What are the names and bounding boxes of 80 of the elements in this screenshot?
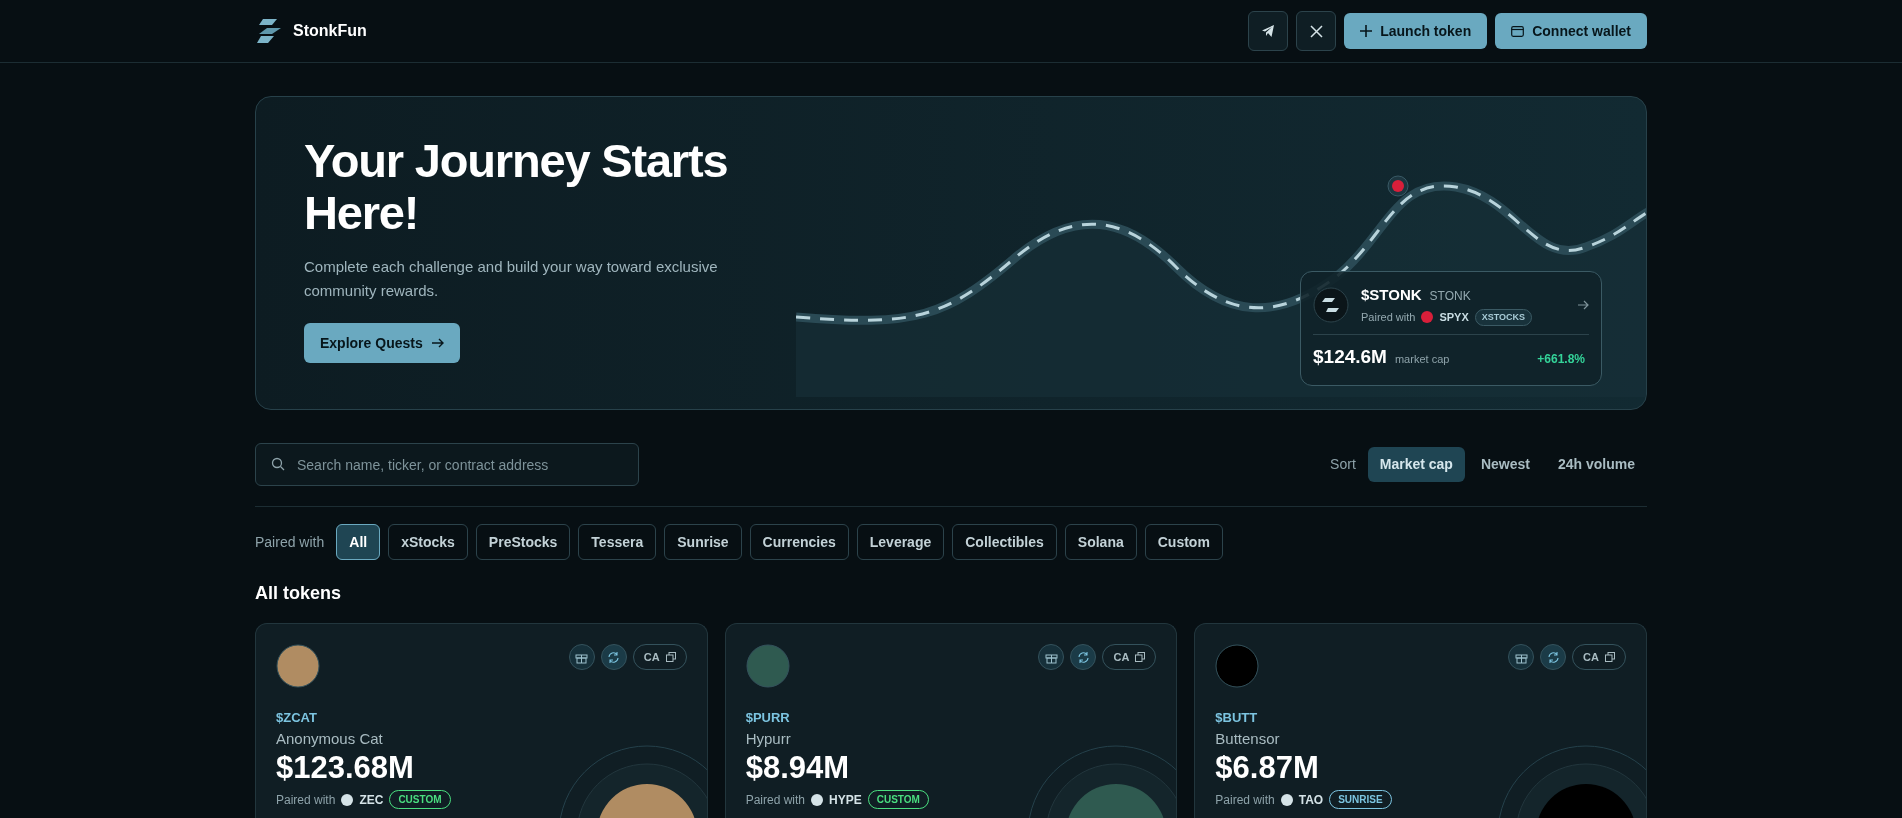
pair-symbol: ZEC: [359, 791, 384, 809]
section-title: All tokens: [255, 582, 343, 605]
search-icon: [271, 457, 285, 471]
sort-label: Sort: [1330, 455, 1356, 474]
copy-icon: [1605, 652, 1615, 662]
refresh-button[interactable]: [1070, 644, 1097, 670]
connect-wallet-button[interactable]: Connect wallet: [1495, 13, 1647, 49]
token-name: Anonymous Cat: [276, 728, 384, 749]
hero-title: Your Journey Starts Here!: [304, 135, 729, 239]
plus-icon: [1360, 25, 1373, 37]
filter-chip[interactable]: All: [336, 524, 381, 560]
telegram-button[interactable]: [1248, 11, 1289, 51]
x-button[interactable]: [1296, 11, 1337, 51]
market-cap-value: $8.94M: [745, 750, 851, 786]
paper-plane-icon: [1261, 24, 1276, 38]
sort-option[interactable]: Market cap: [1367, 447, 1465, 482]
hero-description: Complete each challenge and build your way toward exclusive community rewards.: [304, 257, 719, 301]
pair-symbol: HYPE: [829, 791, 862, 809]
pair-symbol: TAO: [1298, 791, 1324, 809]
price-change: +661.8%: [1537, 351, 1585, 368]
filter-chip[interactable]: Leverage: [856, 524, 945, 560]
token-ticker: $STONK: [1361, 285, 1422, 305]
gift-button[interactable]: [568, 644, 595, 670]
filter-chip[interactable]: Collectibles: [952, 524, 1057, 560]
sp-logo-icon: [1421, 311, 1434, 324]
filter-chip[interactable]: Currencies: [749, 524, 849, 560]
copy-icon: [1135, 652, 1146, 662]
token-name: STONK: [1429, 288, 1471, 305]
marker-icon: [1387, 175, 1409, 197]
paired-label: Paired with: [1215, 791, 1275, 809]
refresh-icon: [607, 650, 621, 664]
filter-chip[interactable]: Custom: [1144, 524, 1223, 560]
gift-button[interactable]: [1508, 644, 1535, 670]
refresh-icon: [1546, 650, 1560, 664]
filter-chip[interactable]: Solana: [1064, 524, 1137, 560]
pair-tag: XSTOCKS: [1474, 308, 1533, 326]
gift-button[interactable]: [1038, 644, 1065, 670]
coin-icon: [1280, 793, 1293, 806]
pair-symbol: SPYX: [1439, 310, 1469, 325]
token-avatar: [276, 644, 320, 688]
market-cap-label: market cap: [1394, 352, 1450, 367]
market-cap-value: $124.6M: [1313, 345, 1387, 369]
token-card[interactable]: CA $BUTT Buttensor $6.87M Paired with TAO SUNRISE: [1194, 623, 1647, 818]
explore-quests-button[interactable]: Explore Quests: [304, 323, 460, 363]
launch-token-button[interactable]: Launch token: [1344, 13, 1488, 49]
wallet-icon: [1511, 25, 1525, 37]
search-field[interactable]: Search name, ticker, or contract address: [255, 443, 639, 486]
token-avatar: [745, 644, 790, 688]
coin-icon: [811, 793, 824, 806]
token-card[interactable]: CA $PURR Hypurr $8.94M Paired with HYPE CUSTOM: [724, 623, 1178, 818]
token-avatar: [1215, 644, 1260, 688]
coin-icon: [341, 793, 354, 806]
copy-icon: [665, 652, 676, 662]
x-logo-icon: [1309, 24, 1323, 38]
token-ticker: $PURR: [745, 709, 791, 727]
filter-chip[interactable]: Tessera: [578, 524, 657, 560]
paired-label: Paired with: [1361, 310, 1416, 325]
market-cap-value: $123.68M: [276, 750, 415, 786]
refresh-button[interactable]: [600, 644, 627, 670]
market-cap-value: $6.87M: [1215, 750, 1320, 786]
refresh-icon: [1076, 650, 1090, 664]
featured-token-card[interactable]: $STONK STONK Paired with SPYX XSTOCKS $124.6M market cap +661.8%: [1300, 271, 1602, 386]
token-ticker: $ZCAT: [276, 709, 318, 727]
filter-chip[interactable]: PreStocks: [475, 524, 571, 560]
brand-name: StonkFun: [293, 21, 367, 41]
token-card[interactable]: CA $ZCAT Anonymous Cat $123.68M Paired with ZEC CUSTOM: [255, 623, 708, 818]
sort-option[interactable]: Newest: [1468, 447, 1542, 482]
arrow-right-icon: [430, 338, 444, 348]
sort-option[interactable]: 24h volume: [1545, 447, 1647, 482]
paired-label: Paired with: [745, 791, 806, 809]
token-name: Buttensor: [1215, 728, 1281, 749]
refresh-button[interactable]: [1540, 644, 1567, 670]
token-ticker: $BUTT: [1215, 709, 1259, 727]
token-name: Hypurr: [745, 728, 792, 749]
arrow-right-icon: [1577, 300, 1589, 310]
filter-label: Paired with: [255, 532, 325, 552]
filter-chip[interactable]: Sunrise: [664, 524, 742, 560]
paired-label: Paired with: [276, 791, 336, 809]
token-logo-icon: [1313, 287, 1349, 323]
filter-chip[interactable]: xStocks: [388, 524, 468, 560]
